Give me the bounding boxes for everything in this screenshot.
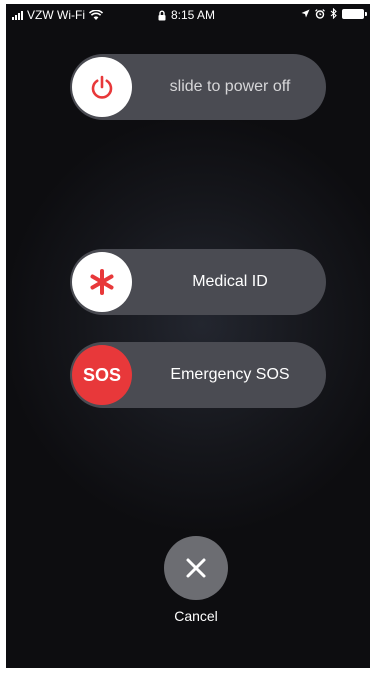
- power-off-slider[interactable]: slide to power off: [70, 54, 326, 120]
- medical-id-knob[interactable]: [72, 252, 132, 312]
- emergency-sos-slider[interactable]: SOS Emergency SOS: [70, 342, 326, 408]
- wifi-icon: [88, 9, 103, 20]
- power-off-knob[interactable]: [72, 57, 132, 117]
- bluetooth-icon: [330, 8, 337, 19]
- power-off-screen: VZW Wi-Fi 8:15 AM slide to power off Med…: [6, 4, 370, 668]
- carrier-label: VZW Wi-Fi: [27, 8, 85, 22]
- medical-id-slider[interactable]: Medical ID: [70, 249, 326, 315]
- status-bar: VZW Wi-Fi 8:15 AM: [6, 4, 370, 26]
- location-arrow-icon: [301, 9, 310, 18]
- battery-icon: [342, 8, 367, 19]
- signal-bars-icon: [12, 10, 23, 20]
- emergency-sos-label: Emergency SOS: [170, 366, 290, 383]
- status-left: VZW Wi-Fi: [12, 8, 103, 22]
- status-center: 8:15 AM: [158, 8, 215, 22]
- close-icon: [186, 558, 206, 578]
- status-right: [301, 8, 367, 19]
- alarm-icon: [315, 8, 325, 19]
- medical-id-label: Medical ID: [192, 273, 268, 290]
- status-time: 8:15 AM: [171, 8, 216, 22]
- lock-icon: [158, 10, 166, 20]
- cancel-button[interactable]: [164, 536, 228, 600]
- cancel-label: Cancel: [174, 608, 218, 624]
- power-off-label: slide to power off: [169, 78, 291, 95]
- power-icon: [91, 75, 113, 99]
- sos-knob-text: SOS: [82, 364, 121, 385]
- sos-knob[interactable]: SOS: [72, 345, 132, 405]
- asterisk-icon: [90, 269, 114, 295]
